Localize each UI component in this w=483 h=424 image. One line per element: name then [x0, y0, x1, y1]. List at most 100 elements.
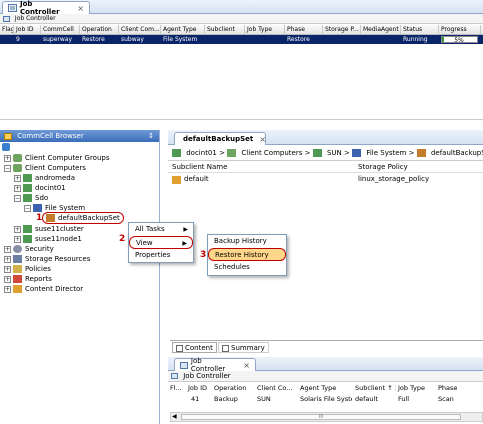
client-icon — [23, 174, 32, 182]
cell-client: SUN — [257, 395, 271, 403]
table-row[interactable]: 9 superway Restore subway File System Re… — [0, 35, 483, 44]
tree-item-client-computers[interactable]: − Client Computers — [4, 163, 86, 173]
list-item[interactable]: default linux_storage_policy — [168, 174, 483, 185]
subclient-grid-header: Subclient Name Storage Policy — [168, 162, 483, 173]
tree-item-andromeda[interactable]: + andromeda — [14, 173, 75, 183]
table-row[interactable]: 41 Backup SUN Solaris File System defaul… — [168, 394, 483, 405]
cell-subclient: default — [355, 395, 378, 403]
breadcrumb-docint01[interactable]: docint01 — [186, 149, 217, 157]
tree-item-defaultbackupset[interactable]: defaultBackupSet — [42, 212, 124, 224]
breadcrumb-sun[interactable]: SUN — [327, 149, 342, 157]
bottom-grid-header: Fl... Job ID Operation Client Co... Agen… — [168, 383, 483, 394]
collapse-icon[interactable]: − — [24, 204, 31, 212]
collapse-icon[interactable]: − — [4, 164, 11, 172]
menu-item-schedules[interactable]: Schedules — [208, 261, 286, 274]
cell-job-id: 9 — [16, 36, 20, 43]
col-status[interactable]: Status — [401, 25, 439, 34]
col-storage[interactable]: Storage P... — [323, 25, 361, 34]
col-flags[interactable]: Flags — [0, 25, 14, 34]
tree-item-content-director[interactable]: + Content Director — [4, 284, 83, 294]
col-operation[interactable]: Operation — [212, 383, 255, 394]
breadcrumb-file-system[interactable]: File System — [366, 149, 406, 157]
col-client[interactable]: Client Co... — [255, 383, 298, 394]
col-storage-policy[interactable]: Storage Policy — [358, 162, 408, 173]
top-grid-header: Flags Job ID CommCell Operation Client C… — [0, 25, 483, 35]
tree-item-sdo[interactable]: − Sdo — [14, 193, 48, 203]
callout-2: 2 — [119, 234, 126, 244]
tab-defaultbackupset[interactable]: defaultBackupSet × — [174, 132, 266, 145]
col-operation[interactable]: Operation — [80, 25, 119, 34]
col-commcell[interactable]: CommCell — [41, 25, 80, 34]
backupset-icon — [416, 149, 426, 157]
col-flags[interactable]: Fl... — [168, 383, 186, 394]
col-progress[interactable]: Progress — [439, 25, 481, 34]
tree-root-commcell[interactable] — [2, 142, 13, 152]
col-phase[interactable]: Phase — [436, 383, 476, 394]
tree-item-security[interactable]: + Security — [4, 244, 54, 254]
col-agent-type[interactable]: Agent Type — [298, 383, 353, 394]
tab-job-controller-top[interactable]: Job Controller × — [2, 0, 90, 16]
expand-icon[interactable]: + — [14, 174, 21, 182]
tab-content[interactable]: Content — [172, 342, 217, 353]
commcell-browser-icon — [4, 132, 12, 140]
expand-icon[interactable]: + — [4, 154, 11, 162]
close-icon[interactable]: × — [259, 135, 266, 144]
col-job-type[interactable]: Job Type — [245, 25, 285, 34]
tree-item-suse11node1[interactable]: + suse11node1 — [14, 234, 82, 244]
job-controller-small-icon — [3, 15, 10, 22]
expand-icon[interactable]: + — [4, 265, 11, 273]
job-controller-small-icon — [171, 373, 178, 379]
tree-item-policies[interactable]: + Policies — [4, 264, 51, 274]
tab-summary[interactable]: Summary — [218, 342, 269, 353]
collapse-icon[interactable]: − — [14, 194, 21, 202]
col-mediaagent[interactable]: MediaAgent — [361, 25, 401, 34]
expand-icon[interactable]: + — [14, 225, 21, 233]
policies-icon — [13, 265, 22, 273]
expand-icon[interactable]: + — [4, 275, 11, 283]
menu-item-all-tasks[interactable]: All Tasks ▶ — [129, 223, 193, 236]
tree-item-suse11cluster[interactable]: + suse11cluster — [14, 224, 84, 234]
menu-item-view[interactable]: View ▶ — [129, 236, 193, 249]
close-icon[interactable]: × — [77, 4, 84, 13]
scroll-left-icon[interactable]: ◀ — [172, 413, 177, 421]
backupset-tabstrip: defaultBackupSet × — [168, 130, 483, 145]
progress-text: 5% — [454, 37, 464, 43]
content-summary-tabs: Content Summary — [170, 340, 483, 353]
horizontal-scrollbar[interactable]: ◀ III — [170, 412, 483, 422]
client-icon — [312, 149, 322, 157]
col-phase[interactable]: Phase — [285, 25, 323, 34]
col-job-id[interactable]: Job ID — [14, 25, 41, 34]
client-icon — [23, 235, 32, 243]
menu-item-backup-history[interactable]: Backup History — [208, 235, 286, 248]
menu-item-properties[interactable]: Properties — [129, 249, 193, 262]
expand-icon[interactable]: + — [14, 235, 21, 243]
pin-icon[interactable]: ↕ — [148, 130, 154, 142]
tree-item-docint01[interactable]: + docint01 — [14, 183, 66, 193]
summary-icon — [222, 344, 229, 352]
scroll-thumb[interactable]: III — [181, 414, 461, 420]
breadcrumb-defaultbackupset[interactable]: defaultBackupSet — [431, 149, 483, 157]
col-subclient-name[interactable]: Subclient Name — [172, 162, 227, 173]
col-agent-type[interactable]: Agent Type — [161, 25, 205, 34]
col-job-id[interactable]: Job ID — [186, 383, 212, 394]
col-subclient[interactable]: Subclient ↑ 1 — [353, 383, 396, 394]
breadcrumb-client-computers[interactable]: Client Computers — [241, 149, 302, 157]
expand-icon[interactable]: + — [4, 255, 11, 263]
context-menu: All Tasks ▶ View ▶ Properties — [128, 222, 194, 263]
cell-job-type — [245, 35, 285, 44]
tab-job-controller-bottom[interactable]: Job Controller × — [174, 357, 256, 373]
col-client[interactable]: Client Com... — [119, 25, 161, 34]
tree-item-storage-resources[interactable]: + Storage Resources — [4, 254, 90, 264]
col-job-type[interactable]: Job Type — [396, 383, 436, 394]
cell-flags — [0, 35, 14, 44]
breadcrumb: docint01 > Client Computers > SUN > File… — [168, 146, 483, 161]
menu-item-restore-history[interactable]: Restore History — [208, 248, 286, 261]
expand-icon[interactable]: + — [4, 285, 11, 293]
close-icon[interactable]: × — [243, 361, 250, 370]
tree-item-reports[interactable]: + Reports — [4, 274, 52, 284]
expand-icon[interactable]: + — [4, 245, 11, 253]
expand-icon[interactable]: + — [14, 184, 21, 192]
col-subclient[interactable]: Subclient — [205, 25, 245, 34]
tree-item-client-computer-groups[interactable]: + Client Computer Groups — [4, 153, 109, 163]
cell-phase: Restore — [287, 36, 310, 43]
